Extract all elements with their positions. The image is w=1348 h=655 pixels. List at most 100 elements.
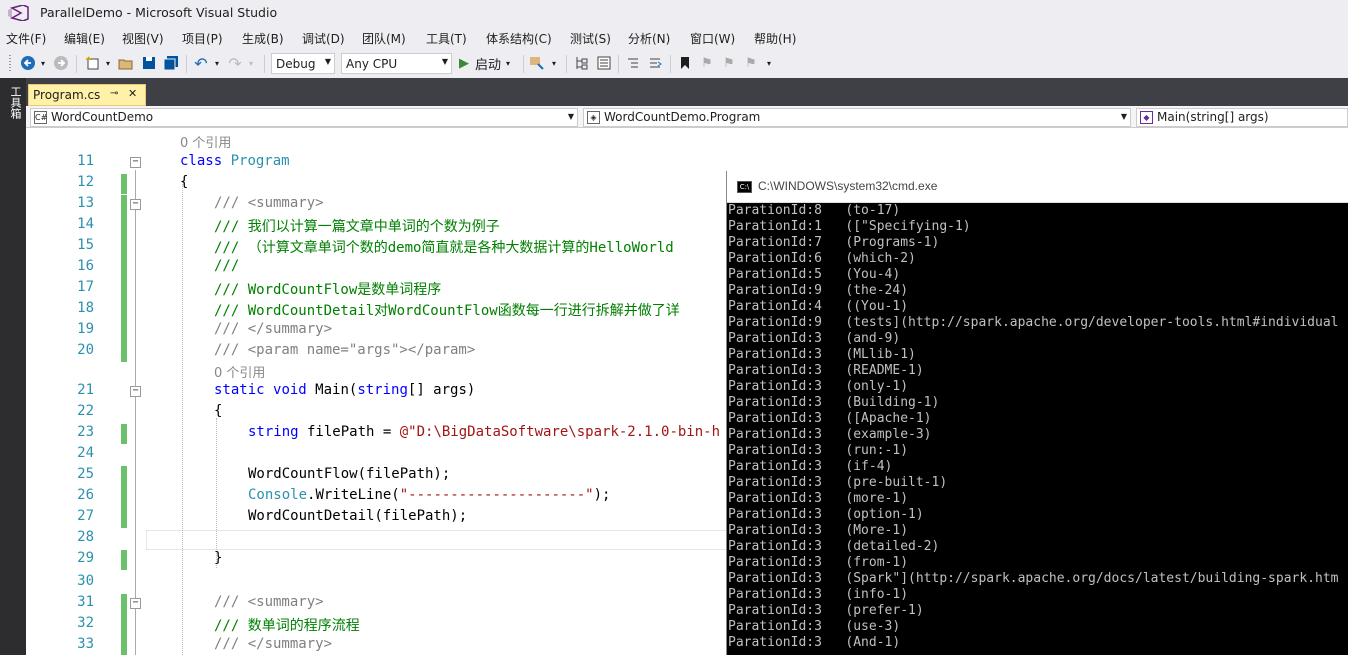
toolbar-grip[interactable] [9, 55, 11, 73]
word-count: (option-1) [845, 507, 924, 522]
menu-debug[interactable]: 调试(D) [302, 28, 345, 47]
menu-file[interactable]: 文件(F) [6, 28, 46, 47]
redo-dropdown-icon[interactable]: ▾ [246, 54, 256, 72]
collapse-icon[interactable]: − [130, 598, 141, 609]
console-line: ParationId:9 (the-24) [728, 283, 1348, 299]
partition-id: ParationId:1 [728, 219, 822, 234]
type-dropdown[interactable]: ◈ WordCountDemo.Program ▼ [583, 108, 1131, 127]
tab-program-cs[interactable]: Program.cs ⊸ ✕ [28, 84, 146, 106]
undo-dropdown-icon[interactable]: ▾ [212, 54, 222, 72]
console-line: ParationId:1 (["Specifying-1) [728, 219, 1348, 235]
menu-test[interactable]: 测试(S) [570, 28, 611, 47]
collapse-icon[interactable]: − [130, 386, 141, 397]
console-line: ParationId:3 (option-1) [728, 507, 1348, 523]
menu-architecture[interactable]: 体系结构(C) [486, 28, 552, 47]
doc-tag: <summary> [247, 195, 324, 211]
console-output[interactable]: ParationId:8 (to-17) ParationId:1 (["Spec… [728, 203, 1348, 655]
back-icon[interactable] [18, 54, 38, 72]
menu-project[interactable]: 项目(P) [182, 28, 223, 47]
close-icon[interactable]: ✕ [128, 87, 137, 100]
cmd-title-bar[interactable]: C:\ C:\WINDOWS\system32\cmd.exe [727, 171, 1348, 203]
code-line: /// 我们以计算一篇文章中单词的个数为例子 [214, 219, 500, 235]
toolbar-overflow-icon[interactable]: ▾ [764, 54, 774, 72]
open-file-icon[interactable] [117, 54, 135, 72]
menu-build[interactable]: 生成(B) [242, 28, 284, 47]
properties-icon[interactable] [595, 54, 613, 72]
next-bookmark-icon[interactable]: ⚑ [720, 54, 738, 72]
new-dropdown-icon[interactable]: ▾ [103, 54, 113, 72]
toolbar-overflow-icon[interactable]: ▾ [549, 54, 559, 72]
keyword: static [214, 382, 265, 398]
partition-id: ParationId:5 [728, 267, 822, 282]
menu-edit[interactable]: 编辑(E) [64, 28, 105, 47]
word-count: (only-1) [845, 379, 909, 394]
title-bar: ParallelDemo - Microsoft Visual Studio [0, 0, 1348, 26]
change-marker [121, 424, 127, 444]
menu-team[interactable]: 团队(M) [362, 28, 406, 47]
visual-studio-logo-icon [8, 5, 29, 21]
line-number: 16 [77, 258, 94, 274]
menu-analyze[interactable]: 分析(N) [628, 28, 670, 47]
line-number: 30 [77, 573, 94, 589]
solution-configuration-select[interactable]: Debug ▼ [271, 53, 335, 74]
new-project-icon[interactable] [84, 54, 102, 72]
cmd-window[interactable]: C:\ C:\WINDOWS\system32\cmd.exe Paration… [726, 171, 1348, 655]
bookmark-icon[interactable] [676, 54, 694, 72]
doc-tag: <summary> [247, 594, 324, 610]
collapse-icon[interactable]: − [130, 199, 141, 210]
menu-view[interactable]: 视图(V) [122, 28, 164, 47]
back-dropdown-icon[interactable]: ▾ [38, 54, 48, 72]
method-icon: ◆ [1140, 111, 1153, 124]
prev-bookmark-icon[interactable]: ⚑ [698, 54, 716, 72]
save-icon[interactable] [140, 54, 158, 72]
forward-icon[interactable] [52, 54, 70, 72]
member-dropdown[interactable]: ◆ Main(string[] args) [1136, 108, 1348, 127]
solution-explorer-icon[interactable] [573, 54, 591, 72]
change-marker [121, 550, 127, 570]
redo-icon[interactable]: ↷ [226, 54, 244, 73]
console-line: ParationId:3 (use-3) [728, 619, 1348, 635]
class-value: WordCountDemo.Program [604, 110, 761, 124]
clear-bookmarks-icon[interactable]: ⚑ [742, 54, 760, 72]
word-count: (Spark"](http://spark.apache.org/docs/la… [845, 571, 1339, 586]
collapse-icon[interactable]: − [130, 157, 141, 168]
menu-tools[interactable]: 工具(T) [426, 28, 467, 47]
console-line: ParationId:3 (More-1) [728, 523, 1348, 539]
menu-window[interactable]: 窗口(W) [690, 28, 735, 47]
partition-id: ParationId:3 [728, 347, 822, 362]
word-count: (and-9) [845, 331, 901, 346]
word-count: ((You-1) [845, 299, 909, 314]
line-number: 12 [77, 174, 94, 190]
toolbar-separator [566, 55, 567, 73]
codelens-references[interactable]: 0 个引用 [180, 132, 231, 151]
menu-help[interactable]: 帮助(H) [754, 28, 796, 47]
word-count: (use-3) [845, 619, 901, 634]
chevron-down-icon: ▼ [1120, 112, 1127, 121]
project-dropdown[interactable]: C# WordCountDemo ▼ [30, 108, 578, 127]
line-number: 31 [77, 594, 94, 610]
console-line: ParationId:3 (and-9) [728, 331, 1348, 347]
solution-platform-select[interactable]: Any CPU ▼ [341, 53, 452, 74]
undo-icon[interactable]: ↶ [192, 54, 210, 73]
code-line: /// WordCountFlow是数单词程序 [214, 282, 442, 298]
start-button[interactable]: ▶ 启动 ▾ [459, 54, 519, 73]
codelens-references[interactable]: 0 个引用 [214, 362, 265, 381]
word-count: (MLlib-1) [845, 347, 916, 362]
partition-id: ParationId:3 [728, 491, 822, 506]
line-number: 29 [77, 550, 94, 566]
line-number: 11 [77, 153, 94, 169]
pin-icon[interactable]: ⊸ [110, 88, 118, 99]
partition-id: ParationId:3 [728, 587, 822, 602]
word-count: (if-4) [845, 459, 893, 474]
toolbox-tab[interactable]: 工具箱 [3, 82, 23, 122]
find-in-files-icon[interactable] [527, 54, 547, 72]
save-all-icon[interactable] [161, 54, 181, 72]
comment-out-icon[interactable] [624, 54, 642, 72]
console-line: ParationId:6 (which-2) [728, 251, 1348, 267]
uncomment-icon[interactable] [646, 54, 664, 72]
toolbar-separator [670, 55, 671, 73]
menu-bar: 文件(F) 编辑(E) 视图(V) 项目(P) 生成(B) 调试(D) 团队(M… [0, 28, 1348, 48]
console-line: ParationId:5 (You-4) [728, 267, 1348, 283]
code-line: { [180, 174, 189, 190]
line-number: 20 [77, 342, 94, 358]
